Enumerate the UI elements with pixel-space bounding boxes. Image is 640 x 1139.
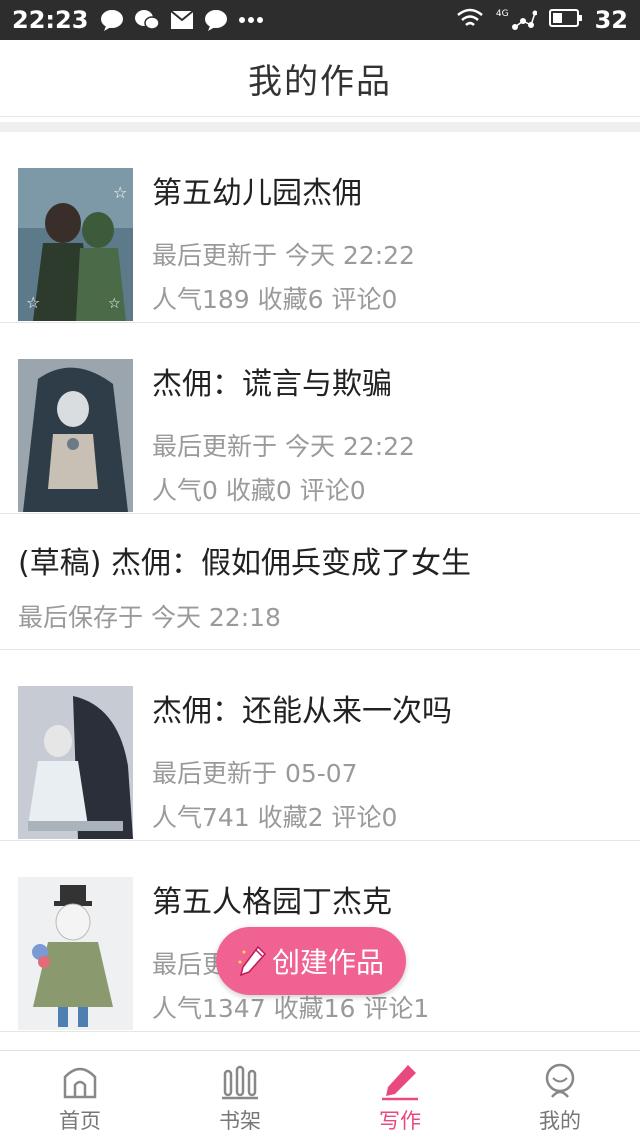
- create-work-label: 创建作品: [271, 946, 384, 979]
- status-bar: 22:23 4G 32: [0, 0, 640, 40]
- draft-saved-time: 最后保存于 今天 22:18: [18, 603, 281, 632]
- work-title: 第五幼儿园杰佣: [152, 176, 362, 211]
- pencil-icon: [238, 944, 268, 978]
- draft-item[interactable]: (草稿) 杰佣：假如佣兵变成了女生 最后保存于 今天 22:18: [0, 514, 640, 650]
- work-item[interactable]: 杰佣：还能从来一次吗 最后更新于 05-07 人气741 收藏2 评论0: [0, 650, 640, 841]
- work-stats: 人气189 收藏6 评论0: [152, 285, 398, 314]
- bookshelf-icon: [222, 1065, 258, 1100]
- work-cover-image: [18, 359, 133, 512]
- svg-text:☆: ☆: [26, 293, 40, 312]
- mail-icon: [170, 9, 195, 31]
- draft-title: (草稿) 杰佣：假如佣兵变成了女生: [18, 546, 471, 581]
- battery-level: 32: [594, 6, 628, 34]
- pencil-icon: [382, 1065, 418, 1101]
- work-item[interactable]: ☆ ☆ ☆ 第五幼儿园杰佣 最后更新于 今天 22:22 人气189 收藏6 评…: [0, 132, 640, 323]
- work-cover-image: [18, 686, 133, 839]
- signal-icon: 4G: [496, 9, 537, 31]
- works-list: ☆ ☆ ☆ 第五幼儿园杰佣 最后更新于 今天 22:22 人气189 收藏6 评…: [0, 132, 640, 1032]
- section-divider: [0, 122, 640, 132]
- svg-text:☆: ☆: [113, 183, 127, 202]
- create-work-button[interactable]: 创建作品: [216, 927, 406, 995]
- wifi-icon: [456, 7, 484, 33]
- work-item[interactable]: 杰佣：谎言与欺骗 最后更新于 今天 22:22 人气0 收藏0 评论0: [0, 323, 640, 514]
- more-notifications-icon: [238, 16, 264, 24]
- message-icon: [100, 9, 124, 31]
- chat-icon: [204, 9, 228, 31]
- wechat-icon: [134, 9, 161, 31]
- tab-write-label: 写作: [379, 1109, 421, 1133]
- work-title: 杰佣：谎言与欺骗: [152, 367, 392, 402]
- work-updated-time: 最后更新于 05-07: [152, 759, 358, 788]
- svg-text:☆: ☆: [108, 296, 121, 312]
- work-updated-time: 最后更新于 今天 22:22: [152, 241, 415, 270]
- tab-profile-label: 我的: [539, 1109, 581, 1133]
- tab-write[interactable]: 写作: [320, 1051, 480, 1139]
- tab-profile[interactable]: 我的: [480, 1051, 640, 1139]
- tab-home[interactable]: 首页: [0, 1051, 160, 1139]
- network-type: 4G: [495, 9, 509, 19]
- work-updated-time: 最后更新于 今天 22:22: [152, 432, 415, 461]
- page-header: 我的作品: [0, 40, 640, 117]
- tab-bookshelf-label: 书架: [219, 1109, 261, 1133]
- work-stats: 人气741 收藏2 评论0: [152, 803, 398, 832]
- status-time: 22:23: [12, 6, 89, 34]
- work-stats: 人气0 收藏0 评论0: [152, 476, 366, 505]
- work-title: 杰佣：还能从来一次吗: [152, 694, 452, 729]
- tab-bookshelf[interactable]: 书架: [160, 1051, 320, 1139]
- battery-icon: [548, 8, 583, 32]
- work-title: 第五人格园丁杰克: [152, 885, 392, 920]
- work-cover-image: [18, 877, 133, 1030]
- bottom-tab-bar: 首页 书架 写作 我的: [0, 1050, 640, 1139]
- page-title: 我的作品: [248, 61, 392, 102]
- home-icon: [63, 1067, 97, 1099]
- work-cover-image: ☆ ☆ ☆: [18, 168, 133, 321]
- profile-icon: [545, 1063, 575, 1098]
- tab-home-label: 首页: [59, 1109, 101, 1133]
